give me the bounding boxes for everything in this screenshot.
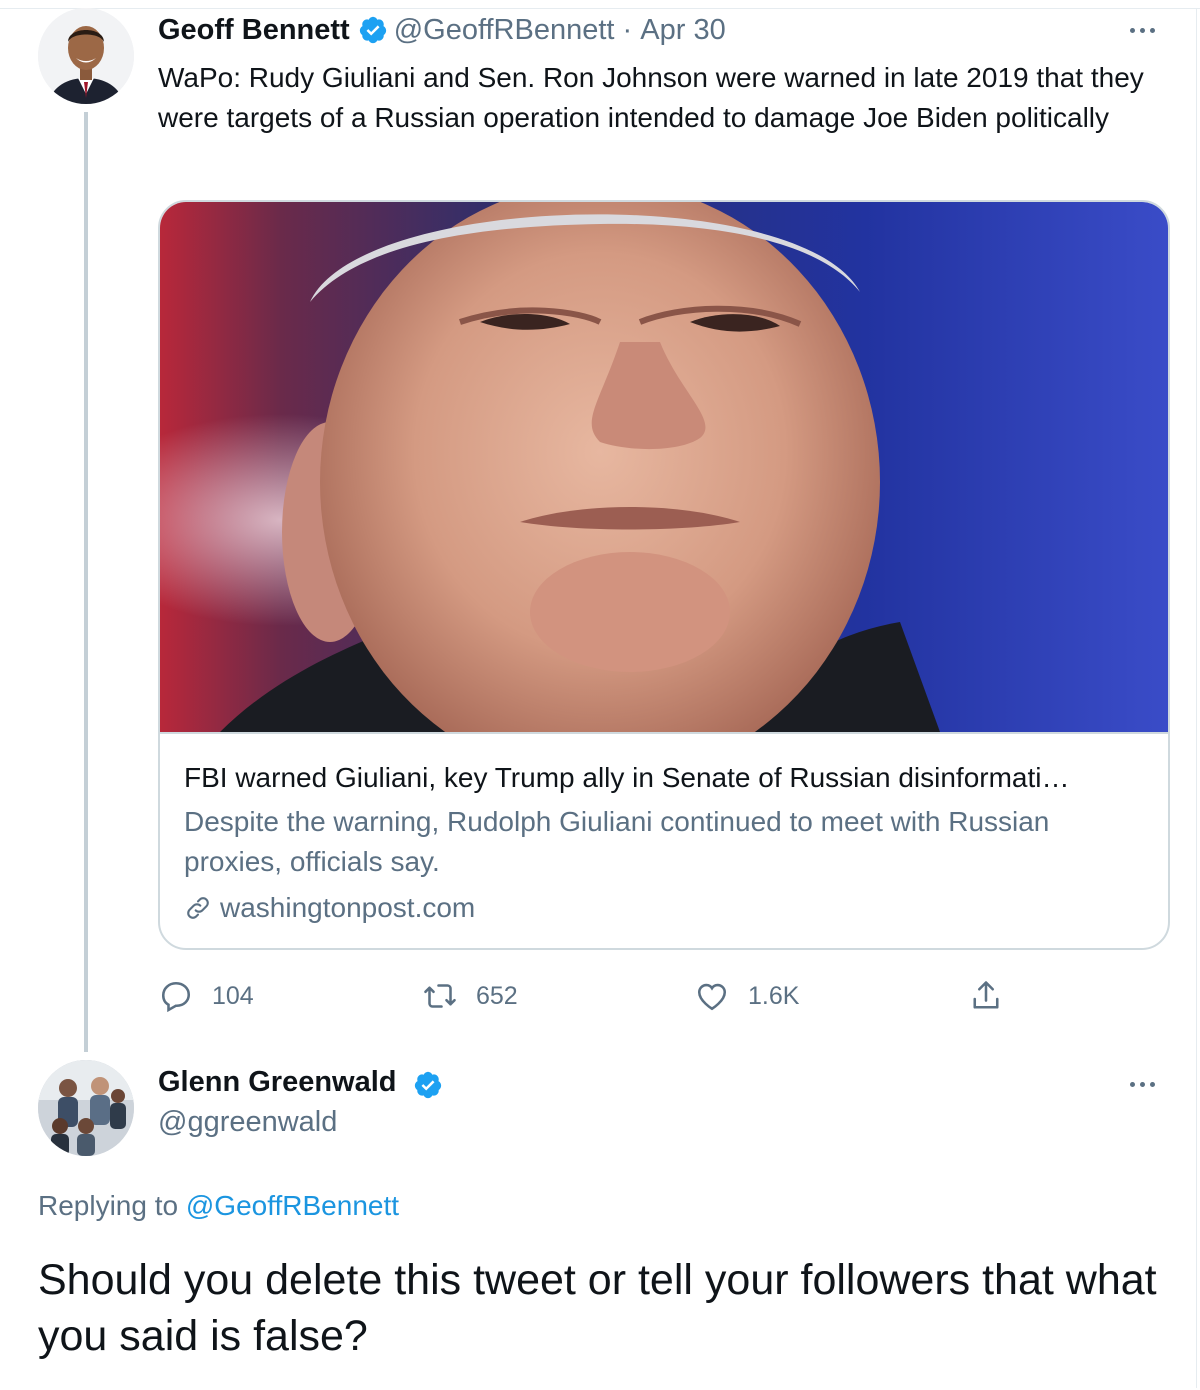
thread-connector-line bbox=[84, 112, 88, 1052]
tweet-thread: Geoff Bennett @GeoffRBennett · Apr 30 Wa… bbox=[0, 0, 1200, 1390]
reply-count: 104 bbox=[212, 981, 254, 1010]
retweet-icon bbox=[424, 984, 456, 1008]
avatar-geoff-bennett[interactable] bbox=[38, 8, 134, 104]
share-icon bbox=[973, 981, 999, 1009]
reply-author-handle[interactable]: @ggreenwald bbox=[158, 1106, 337, 1139]
avatar-image bbox=[38, 1060, 134, 1156]
replying-to-label: Replying to bbox=[38, 1190, 179, 1221]
verified-badge-icon bbox=[359, 16, 386, 44]
card-title[interactable]: FBI warned Giuliani, key Trump ally in S… bbox=[184, 758, 1144, 798]
more-icon[interactable] bbox=[1122, 1074, 1162, 1094]
like-icon bbox=[697, 983, 727, 1011]
retweet-button[interactable]: 652 bbox=[422, 974, 518, 1018]
avatar-image bbox=[38, 8, 134, 104]
separator-dot: · bbox=[622, 13, 633, 46]
action-bar: 104 652 1.6K bbox=[158, 974, 1168, 1018]
card-domain[interactable]: washingtonpost.com bbox=[184, 888, 475, 928]
reply-button[interactable]: 104 bbox=[158, 974, 254, 1018]
share-button[interactable] bbox=[968, 974, 1004, 1018]
card-image bbox=[160, 202, 1168, 732]
author-name[interactable]: Geoff Bennett bbox=[158, 14, 350, 47]
reply-author-name[interactable]: Glenn Greenwald bbox=[158, 1066, 397, 1099]
card-description: Despite the warning, Rudolph Giuliani co… bbox=[184, 806, 1050, 877]
link-icon bbox=[187, 897, 209, 919]
reply-text: Should you delete this tweet or tell you… bbox=[38, 1256, 1157, 1360]
avatar-glenn-greenwald[interactable] bbox=[38, 1060, 134, 1156]
reply-icon bbox=[161, 981, 191, 1013]
replying-to-handle[interactable]: @GeoffRBennett bbox=[186, 1190, 399, 1221]
author-handle[interactable]: @GeoffRBennett bbox=[394, 14, 615, 47]
card-divider bbox=[160, 732, 1168, 734]
link-card[interactable]: FBI warned Giuliani, key Trump ally in S… bbox=[158, 200, 1170, 950]
like-count: 1.6K bbox=[748, 981, 800, 1010]
retweet-count: 652 bbox=[476, 981, 518, 1010]
tweet-date[interactable]: Apr 30 bbox=[640, 14, 725, 47]
replying-to: Replying to @GeoffRBennett bbox=[38, 1190, 399, 1222]
verified-badge-icon bbox=[414, 1071, 442, 1099]
tweet-header: Geoff Bennett @GeoffRBennett · Apr 30 bbox=[158, 10, 726, 50]
card-domain-text: washingtonpost.com bbox=[220, 892, 476, 923]
like-button[interactable]: 1.6K bbox=[694, 974, 799, 1018]
more-icon[interactable] bbox=[1122, 20, 1162, 40]
right-divider bbox=[1196, 8, 1197, 1388]
top-divider bbox=[0, 8, 1200, 9]
tweet-text: WaPo: Rudy Giuliani and Sen. Ron Johnson… bbox=[158, 62, 1144, 133]
